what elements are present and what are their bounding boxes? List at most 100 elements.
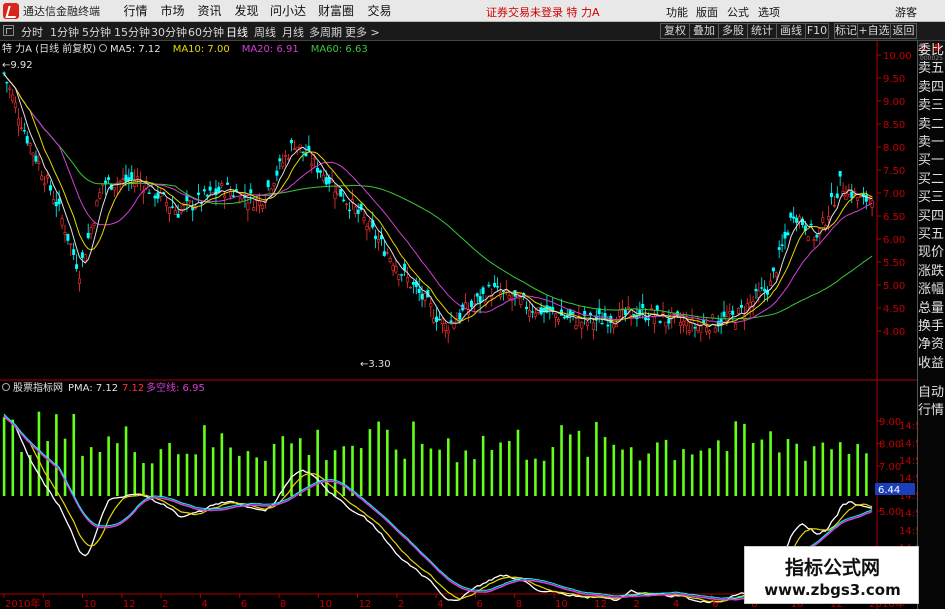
indicator-bar [865,453,868,496]
candle-body [464,302,468,309]
indicator-time-label: 14:55 [899,421,917,432]
candle-body [339,189,343,197]
menu-item-market[interactable]: 市场 [154,2,191,19]
period-tab-more[interactable]: 更多 > [345,24,380,40]
kline-chart-svg[interactable]: 10.00 9.50 9.00 8.50 8.00 7.50 7.00 6.50 6.00 5.5… [0,41,928,609]
menu-item-options[interactable]: 选项 [758,4,780,20]
period-tab-5min[interactable]: 5分钟 [82,24,111,40]
kline-chart-area[interactable]: 10.00 9.50 9.00 8.50 8.00 7.50 7.00 6.50 6.00 5.5… [0,41,928,609]
indicator-bar [298,438,302,496]
sidebar-item-8[interactable]: 买三 [918,190,945,206]
time-tick-label: 4 [673,599,679,609]
sidebar-item-16[interactable]: 净资 [918,337,945,353]
candle-body [699,325,703,333]
candle-body [48,185,52,191]
candle-body [208,186,212,191]
sidebar-item-1[interactable]: 卖五 [918,61,945,77]
period-tab-30min[interactable]: 30分钟 [151,24,187,40]
mark-button[interactable]: 标记 [834,23,858,39]
candle-body [368,220,372,229]
candle-body [423,293,427,301]
sidebar-item-17[interactable]: 收益 [918,356,945,372]
sidebar-item-9[interactable]: 买四 [918,209,945,225]
sidebar-lower-item-0[interactable]: 自动 [918,385,945,401]
statistics-button[interactable]: 统计 [747,23,777,39]
sidebar-item-0[interactable]: 委比 [918,43,945,59]
sidebar-item-10[interactable]: 买五 [918,227,945,243]
indicator-bar [342,446,346,496]
candle-body [318,170,322,173]
period-tab-weekly[interactable]: 周线 [254,24,276,40]
ma-legend-2: MA20: 6.91 [242,44,299,55]
candle-body [281,162,285,167]
period-tab-multi[interactable]: 多周期 [309,24,342,40]
period-tab-1min[interactable]: 1分钟 [50,24,79,40]
sidebar-item-2[interactable]: 卖四 [918,80,945,96]
candle-body [864,194,868,202]
menu-item-functions[interactable]: 功能 [666,4,688,20]
indicator-bar [281,436,285,496]
draw-line-button[interactable]: 画线 [776,23,806,39]
period-tab-intraday[interactable]: 分时 [21,24,43,40]
period-tab-15min[interactable]: 15分钟 [114,24,150,40]
candle-body [362,217,366,221]
candle-body [301,151,305,153]
multi-stock-button[interactable]: 多股 [718,23,748,39]
login-notice[interactable]: 证券交易未登录 特 力A [486,4,600,20]
candle-body [365,226,369,231]
adjust-button[interactable]: 复权 [660,23,690,39]
sidebar-item-15[interactable]: 换手 [918,319,945,335]
period-tab-monthly[interactable]: 月线 [282,24,304,40]
period-tab-60min[interactable]: 60分钟 [188,24,224,40]
settings-icon[interactable] [99,44,107,52]
menu-item-discover[interactable]: 发现 [228,2,265,19]
sidebar-item-3[interactable]: 卖三 [918,98,945,114]
candle-body [667,318,671,324]
candle-body [298,144,302,148]
menu-item-formula[interactable]: 公式 [727,4,749,20]
menu-item-quotes[interactable]: 行情 [117,2,154,19]
time-tick-label: 4 [437,599,443,609]
sidebar-item-13[interactable]: 涨幅 [918,282,945,298]
menu-item-news[interactable]: 资讯 [191,2,228,19]
overlay-button[interactable]: 叠加 [689,23,719,39]
guest-user[interactable]: 游客 [895,4,917,20]
candle-body [722,311,726,317]
candle-body [284,155,288,157]
add-favorite-button[interactable]: +自选 [857,23,891,39]
sidebar-item-4[interactable]: 卖二 [918,117,945,133]
period-tab-daily[interactable]: 日线 [226,24,248,40]
sidebar-item-14[interactable]: 总量 [918,301,945,317]
indicator-bar [168,443,171,496]
candle-body [777,247,781,250]
candle-body [525,306,529,310]
sidebar-item-12[interactable]: 涨跌 [918,264,945,280]
f10-button[interactable]: F10 [805,23,829,39]
candle-body [731,310,735,315]
indicator-settings-icon[interactable] [2,383,10,391]
sidebar-item-7[interactable]: 买二 [918,172,945,188]
sidebar-item-5[interactable]: 卖一 [918,135,945,151]
menu-item-trade[interactable]: 交易 [361,2,398,19]
low-price-label: ←3.30 [360,359,391,370]
menu-item-ask[interactable]: 问小达 [265,2,311,19]
window-toggle-icon[interactable] [3,25,14,36]
menu-item-layout[interactable]: 版面 [696,4,718,20]
sidebar-lower-item-1[interactable]: 行情 [918,403,945,419]
candle-body [130,172,134,180]
indicator-bar [708,448,711,496]
candle-body [806,236,810,242]
candle-body [693,327,697,329]
sidebar-item-11[interactable]: 现价 [918,245,945,261]
back-button[interactable]: 返回 [890,23,917,39]
price-tick-label: 5.50 [883,258,905,269]
indicator-bar [194,454,198,496]
menu-item-wealth[interactable]: 财富圈 [311,2,361,19]
indicator-bar [577,430,581,496]
candle-body [838,171,842,177]
candle-body [678,322,682,326]
candle-body [77,278,81,284]
sidebar-item-6[interactable]: 买一 [918,153,945,169]
indicator-bar [150,463,154,496]
candle-body [475,293,479,297]
